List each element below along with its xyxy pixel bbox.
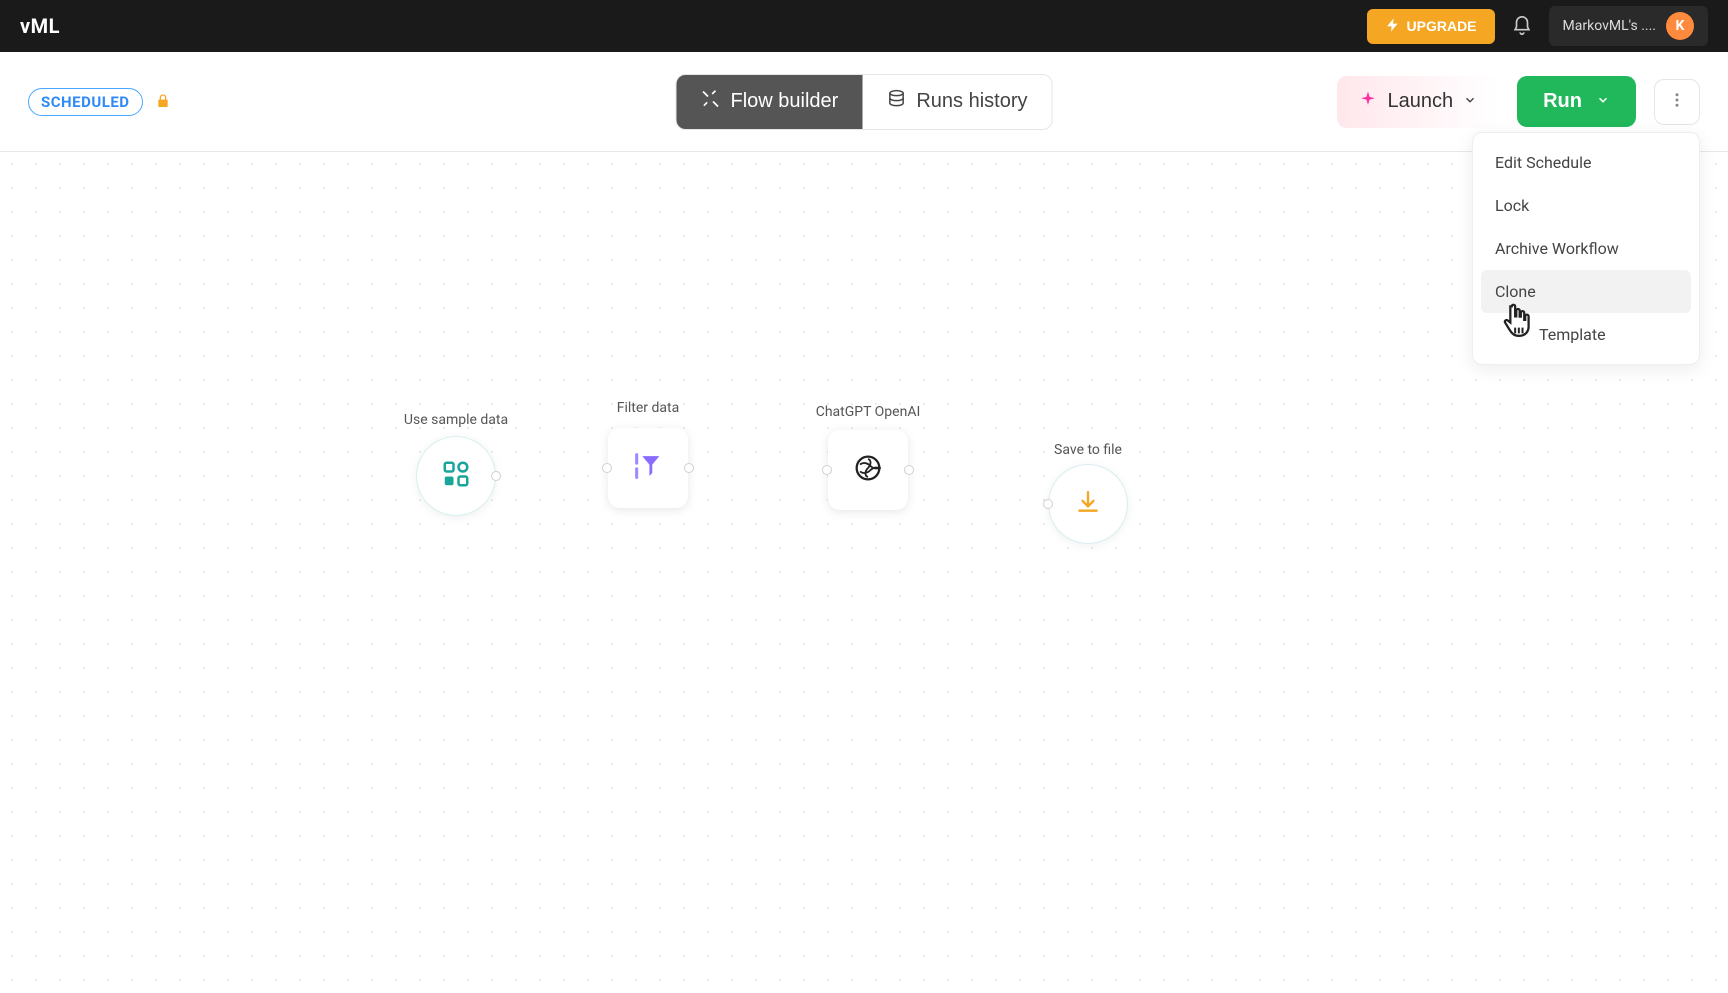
flow-canvas[interactable]: Use sample data Filter data ChatGPT Open… bbox=[0, 152, 1728, 993]
input-port[interactable] bbox=[602, 463, 612, 473]
dropdown-item-lock[interactable]: Lock bbox=[1481, 184, 1691, 227]
dropdown-item-clone[interactable]: Clone bbox=[1481, 270, 1691, 313]
filter-icon bbox=[631, 449, 665, 487]
node-sample-data[interactable] bbox=[416, 436, 496, 516]
tab-runs-history-label: Runs history bbox=[916, 90, 1027, 113]
bell-icon[interactable] bbox=[1511, 15, 1533, 37]
node-save-to-file[interactable] bbox=[1048, 464, 1128, 544]
bolt-icon bbox=[1385, 17, 1401, 36]
more-actions-dropdown: Edit Schedule Lock Archive Workflow Clon… bbox=[1472, 132, 1700, 365]
flow-edges bbox=[0, 152, 300, 302]
output-port[interactable] bbox=[491, 471, 501, 481]
more-actions-button[interactable] bbox=[1654, 79, 1700, 125]
dropdown-item-edit-schedule[interactable]: Edit Schedule bbox=[1481, 141, 1691, 184]
node-label-filter-data: Filter data bbox=[612, 400, 684, 416]
output-port[interactable] bbox=[904, 465, 914, 475]
node-filter-data[interactable] bbox=[608, 428, 688, 508]
tab-flow-builder[interactable]: Flow builder bbox=[677, 75, 863, 129]
scheduled-badge: SCHEDULED bbox=[28, 88, 143, 116]
node-label-sample-data: Use sample data bbox=[400, 412, 512, 428]
avatar: K bbox=[1666, 12, 1694, 40]
workspace-name: MarkovML's .... bbox=[1563, 18, 1656, 34]
sparkle-icon bbox=[1359, 90, 1377, 114]
app-logo: vML bbox=[20, 14, 60, 38]
blocks-icon bbox=[441, 459, 471, 493]
upgrade-label: UPGRADE bbox=[1407, 18, 1477, 34]
download-icon bbox=[1075, 489, 1101, 519]
openai-icon bbox=[851, 451, 885, 489]
workspace-switcher[interactable]: MarkovML's .... K bbox=[1549, 6, 1708, 46]
dropdown-item-archive-workflow[interactable]: Archive Workflow bbox=[1481, 227, 1691, 270]
node-chatgpt-openai[interactable] bbox=[828, 430, 908, 510]
upgrade-button[interactable]: UPGRADE bbox=[1367, 9, 1495, 44]
launch-label: Launch bbox=[1387, 90, 1453, 113]
chevron-down-icon bbox=[1463, 90, 1477, 113]
view-tabs: Flow builder Runs history bbox=[676, 74, 1053, 130]
input-port[interactable] bbox=[822, 465, 832, 475]
tab-flow-builder-label: Flow builder bbox=[731, 90, 839, 113]
tools-icon bbox=[701, 89, 721, 115]
dropdown-item-clone-label: Clone bbox=[1495, 282, 1536, 301]
tab-runs-history[interactable]: Runs history bbox=[862, 75, 1051, 129]
dropdown-item-template[interactable]: Template bbox=[1481, 313, 1691, 356]
launch-button[interactable]: Launch bbox=[1337, 76, 1499, 128]
node-label-chatgpt-openai: ChatGPT OpenAI bbox=[812, 404, 924, 420]
kebab-icon bbox=[1668, 89, 1686, 114]
input-port[interactable] bbox=[1043, 499, 1053, 509]
lock-icon bbox=[155, 93, 171, 111]
topbar: vML UPGRADE MarkovML's .... K bbox=[0, 0, 1728, 52]
output-port[interactable] bbox=[684, 463, 694, 473]
database-icon bbox=[886, 89, 906, 115]
run-button[interactable]: Run bbox=[1517, 76, 1636, 127]
workflow-toolbar: SCHEDULED Flow builder Runs history Laun… bbox=[0, 52, 1728, 152]
run-label: Run bbox=[1543, 90, 1582, 113]
chevron-down-icon bbox=[1596, 90, 1610, 113]
node-label-save-to-file: Save to file bbox=[1044, 442, 1132, 458]
